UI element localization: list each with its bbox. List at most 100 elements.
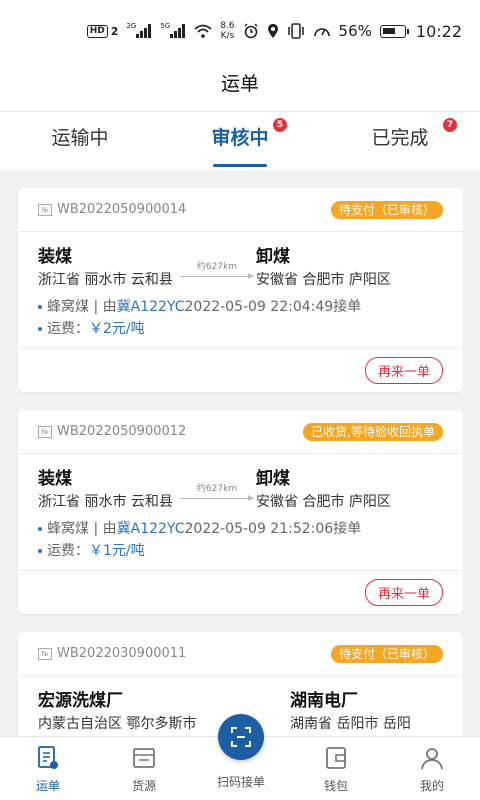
- origin-address: 浙江省 丽水市 云和县: [38, 272, 173, 288]
- reorder-button[interactable]: 再来一单: [364, 357, 443, 384]
- plate-number: 冀A122YC: [116, 299, 185, 315]
- network-speed: 8.6 K/s: [220, 21, 235, 41]
- nav-cargo-source[interactable]: 货源: [96, 737, 192, 800]
- count-badge: 5: [273, 118, 287, 132]
- nav-profile[interactable]: 我的: [384, 737, 480, 800]
- hd-indicator: HD: [86, 24, 108, 38]
- location-icon: [267, 23, 279, 39]
- waybill-number: № WB2022030900011: [38, 646, 186, 661]
- accept-time: 2022-05-09 22:04:49接单: [184, 299, 362, 315]
- arrow-right-icon: [180, 273, 254, 279]
- cargo-source-icon: [133, 748, 155, 768]
- waybill-number-text: WB2022050900014: [57, 202, 187, 217]
- origin-address: 内蒙古自治区 鄂尔多斯市: [38, 716, 197, 732]
- destination-name: 湖南电厂: [290, 691, 358, 711]
- origin-address: 浙江省 丽水市 云和县: [38, 494, 173, 510]
- alarm-icon: [243, 23, 259, 39]
- wifi-icon: [194, 24, 212, 38]
- status-badge: 待支付（已审核）: [330, 644, 443, 663]
- destination-address: 安徽省 合肥市 庐阳区: [256, 494, 391, 510]
- vibrate-icon: [287, 23, 305, 39]
- destination-name: 卸煤: [256, 247, 290, 267]
- profile-icon: [421, 748, 443, 770]
- waybill-list[interactable]: № WB2022050900014 待支付（已审核） 装煤 浙江省 丽水市 云和…: [0, 176, 480, 736]
- signal-icon: 5G: [160, 22, 186, 38]
- origin-name: 装煤: [38, 247, 72, 267]
- waybill-icon: [38, 746, 58, 769]
- nav-label: 钱包: [323, 779, 348, 793]
- tab-label: 审核中: [211, 127, 269, 149]
- card-footer: 再来一单: [18, 570, 463, 614]
- destination: 卸煤 安徽省 合肥市 庐阳区: [256, 246, 391, 290]
- number-icon: №: [38, 647, 52, 660]
- distance-label: 约627km: [196, 262, 238, 272]
- scan-label: 扫码接单: [216, 775, 265, 789]
- fee-line: 运费：￥2元/吨: [38, 318, 443, 340]
- nav-label: 运单: [35, 779, 60, 793]
- status-bar: HD 2 2G 5G 8.6 K/s 56% 10:22: [0, 0, 480, 62]
- distance-label: 约627km: [196, 484, 238, 494]
- tab-in-transit[interactable]: 运输中: [0, 112, 160, 170]
- wallet-icon: [326, 747, 346, 769]
- order-meta: 蜂窝煤 | 由冀A122YC2022-05-09 21:52:06接单 运费：￥…: [18, 518, 463, 562]
- route-info: 装煤 浙江省 丽水市 云和县 约627km 卸煤 安徽省 合肥市 庐阳区: [18, 232, 463, 296]
- tab-bar: 运输中 审核中 5 已完成 7: [0, 112, 480, 170]
- origin-name: 宏源洗煤厂: [38, 691, 123, 711]
- clock: 10:22: [415, 21, 462, 41]
- number-icon: №: [38, 203, 52, 216]
- waybill-number-text: WB2022050900012: [57, 424, 187, 439]
- reorder-button[interactable]: 再来一单: [364, 579, 443, 606]
- origin: 装煤 浙江省 丽水市 云和县: [38, 246, 173, 290]
- sim-indicator: 2: [110, 24, 119, 38]
- origin: 宏源洗煤厂 内蒙古自治区 鄂尔多斯市: [38, 690, 196, 734]
- goods-line: 蜂窝煤 | 由冀A122YC2022-05-09 22:04:49接单: [38, 296, 443, 318]
- fee-line: 运费：￥1元/吨: [38, 540, 443, 562]
- accept-time: 2022-05-09 21:52:06接单: [184, 521, 362, 537]
- tab-label: 已完成: [371, 127, 429, 149]
- speedometer-icon: [313, 23, 331, 39]
- nav-label: 货源: [131, 779, 156, 793]
- route-info: 装煤 浙江省 丽水市 云和县 约627km 卸煤 安徽省 合肥市 庐阳区: [18, 454, 463, 518]
- battery-icon: [379, 24, 409, 38]
- scan-icon: [231, 727, 251, 747]
- fee-value: ￥1元/吨: [89, 543, 145, 559]
- destination: 卸煤 安徽省 合肥市 庐阳区: [256, 468, 391, 512]
- destination: 湖南电厂 湖南省 岳阳市 岳阳: [290, 690, 411, 734]
- page-title: 运单: [0, 62, 480, 112]
- arrow-right-icon: [180, 495, 254, 501]
- bullet-icon: [38, 549, 42, 553]
- count-badge: 7: [443, 118, 457, 132]
- nav-waybill[interactable]: 运单: [0, 737, 96, 800]
- number-icon: №: [38, 425, 52, 438]
- waybill-card[interactable]: № WB2022050900014 待支付（已审核） 装煤 浙江省 丽水市 云和…: [18, 188, 463, 392]
- waybill-number-text: WB2022030900011: [57, 646, 187, 661]
- waybill-number: № WB2022050900012: [38, 424, 186, 439]
- scan-button[interactable]: [218, 714, 264, 760]
- battery-percent: 56%: [338, 22, 372, 40]
- status-badge: 待支付（已审核）: [330, 200, 443, 219]
- card-header: № WB2022050900014 待支付（已审核）: [18, 188, 463, 232]
- destination-address: 安徽省 合肥市 庐阳区: [256, 272, 391, 288]
- destination-name: 卸煤: [256, 469, 290, 489]
- tab-under-review[interactable]: 审核中 5: [160, 112, 320, 170]
- goods-line: 蜂窝煤 | 由冀A122YC2022-05-09 21:52:06接单: [38, 518, 443, 540]
- card-header: № WB2022030900011 待支付（已审核）: [18, 632, 463, 676]
- nav-label: 我的: [419, 779, 444, 793]
- nav-wallet[interactable]: 钱包: [288, 737, 384, 800]
- fee-value: ￥2元/吨: [89, 321, 145, 337]
- bullet-icon: [38, 305, 42, 309]
- origin-name: 装煤: [38, 469, 72, 489]
- signal-icon: 2G: [126, 22, 152, 38]
- destination-address: 湖南省 岳阳市 岳阳: [290, 716, 411, 732]
- bullet-icon: [38, 327, 42, 331]
- origin: 装煤 浙江省 丽水市 云和县: [38, 468, 173, 512]
- tab-label: 运输中: [51, 127, 109, 149]
- status-badge: 已收货,等待验收回执单: [303, 422, 443, 441]
- order-meta: 蜂窝煤 | 由冀A122YC2022-05-09 22:04:49接单 运费：￥…: [18, 296, 463, 340]
- waybill-card[interactable]: № WB2022050900012 已收货,等待验收回执单 装煤 浙江省 丽水市…: [18, 410, 463, 614]
- card-header: № WB2022050900012 已收货,等待验收回执单: [18, 410, 463, 454]
- tab-completed[interactable]: 已完成 7: [320, 112, 480, 170]
- waybill-number: № WB2022050900014: [38, 202, 186, 217]
- plate-number: 冀A122YC: [116, 521, 185, 537]
- card-footer: 再来一单: [18, 348, 463, 392]
